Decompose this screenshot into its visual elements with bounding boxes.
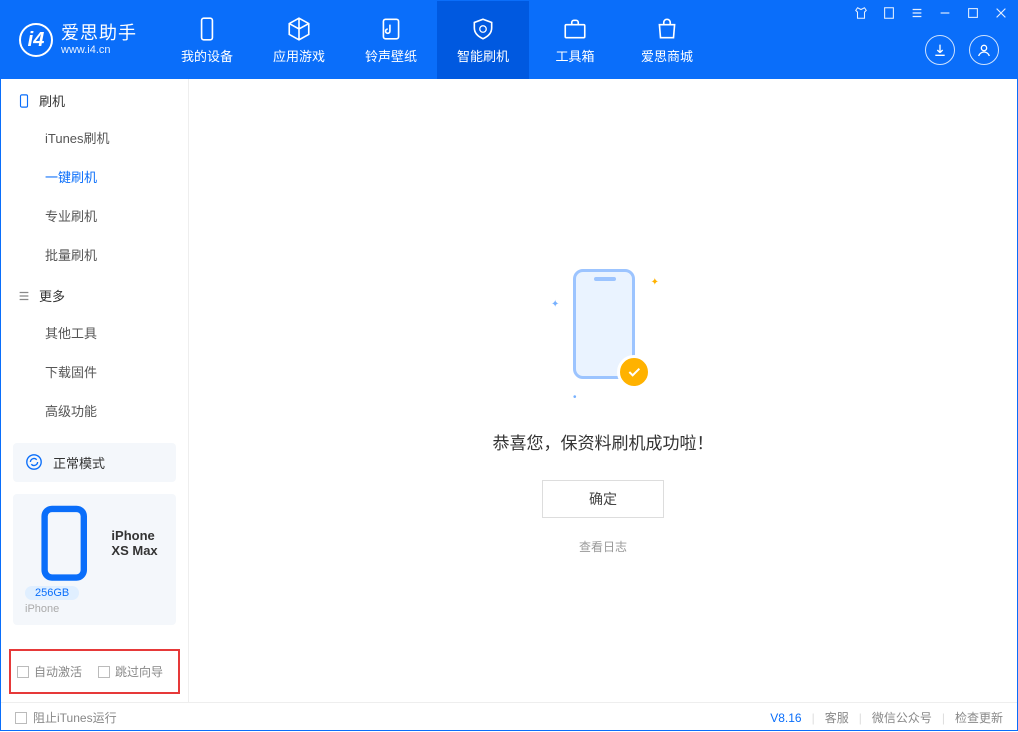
storage-badge: 256GB: [25, 586, 79, 600]
tab-toolbox[interactable]: 工具箱: [529, 1, 621, 79]
device-info-block[interactable]: iPhone XS Max 256GB iPhone: [13, 494, 176, 625]
footer-link-wechat[interactable]: 微信公众号: [872, 709, 932, 726]
checkbox-block-itunes[interactable]: 阻止iTunes运行: [15, 709, 117, 726]
tab-apps-games[interactable]: 应用游戏: [253, 1, 345, 79]
device-type: iPhone: [25, 603, 164, 615]
sidebar: 刷机 iTunes刷机 一键刷机 专业刷机 批量刷机 更多 其他工具 下载固件 …: [1, 79, 189, 702]
ok-button[interactable]: 确定: [542, 480, 664, 518]
tab-store[interactable]: 爱思商城: [621, 1, 713, 79]
device-icon: [17, 94, 31, 108]
sidebar-group-more: 更多: [1, 274, 188, 313]
sidebar-item-batch-flash[interactable]: 批量刷机: [1, 235, 188, 274]
checkbox-skip-guide[interactable]: 跳过向导: [98, 663, 163, 680]
sidebar-group-flash: 刷机: [1, 79, 188, 118]
shirt-icon[interactable]: [853, 5, 869, 21]
window-controls: [853, 5, 1009, 21]
footer-link-update[interactable]: 检查更新: [955, 709, 1003, 726]
logo: i4 爱思助手 www.i4.cn: [1, 1, 155, 79]
list-icon: [17, 289, 31, 303]
close-button[interactable]: [993, 5, 1009, 21]
minimize-button[interactable]: [937, 5, 953, 21]
cube-icon: [286, 16, 312, 42]
logo-icon: i4: [19, 23, 53, 57]
sidebar-item-itunes-flash[interactable]: iTunes刷机: [1, 118, 188, 157]
version-label: V8.16: [770, 711, 801, 725]
app-header: i4 爱思助手 www.i4.cn 我的设备 应用游戏 铃声壁纸 智能刷机 工具…: [1, 1, 1017, 79]
tab-ringtone-wallpaper[interactable]: 铃声壁纸: [345, 1, 437, 79]
menu-icon[interactable]: [909, 5, 925, 21]
sync-icon: [25, 453, 43, 471]
maximize-button[interactable]: [965, 5, 981, 21]
music-file-icon: [378, 16, 404, 42]
briefcase-icon: [562, 16, 588, 42]
main-content: ✦ ✦ • 恭喜您，保资料刷机成功啦！ 确定 查看日志: [189, 79, 1017, 702]
success-illustration: ✦ ✦ •: [543, 269, 663, 399]
sidebar-item-advanced[interactable]: 高级功能: [1, 391, 188, 430]
checkbox-auto-activate[interactable]: 自动激活: [17, 663, 82, 680]
device-name: iPhone XS Max: [111, 528, 164, 558]
view-log-link[interactable]: 查看日志: [579, 538, 627, 555]
user-icon[interactable]: [969, 35, 999, 65]
phone-icon: [194, 16, 220, 42]
header-action-icons: [925, 35, 999, 65]
app-name-en: www.i4.cn: [61, 44, 137, 57]
refresh-shield-icon: [470, 16, 496, 42]
footer-bar: 阻止iTunes运行 V8.16 | 客服 | 微信公众号 | 检查更新: [1, 702, 1017, 732]
note-icon[interactable]: [881, 5, 897, 21]
tab-my-device[interactable]: 我的设备: [161, 1, 253, 79]
tab-smart-flash[interactable]: 智能刷机: [437, 1, 529, 79]
options-highlighted-box: 自动激活 跳过向导: [9, 649, 180, 694]
checkmark-badge-icon: [617, 355, 651, 389]
bag-icon: [654, 16, 680, 42]
app-name-cn: 爱思助手: [61, 23, 137, 44]
download-icon[interactable]: [925, 35, 955, 65]
device-mode-block[interactable]: 正常模式: [13, 443, 176, 482]
phone-small-icon: [25, 504, 103, 582]
sidebar-item-onekey-flash[interactable]: 一键刷机: [1, 157, 188, 196]
sidebar-item-other-tools[interactable]: 其他工具: [1, 313, 188, 352]
sidebar-item-pro-flash[interactable]: 专业刷机: [1, 196, 188, 235]
footer-link-support[interactable]: 客服: [825, 709, 849, 726]
sidebar-item-download-firmware[interactable]: 下载固件: [1, 352, 188, 391]
main-tabs: 我的设备 应用游戏 铃声壁纸 智能刷机 工具箱 爱思商城: [161, 1, 713, 79]
success-message: 恭喜您，保资料刷机成功啦！: [493, 429, 714, 454]
